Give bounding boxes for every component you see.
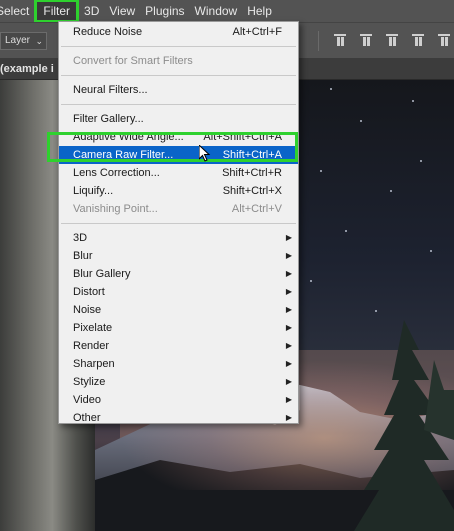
submenu-arrow-icon: ▶	[285, 305, 292, 314]
distribute-icon[interactable]	[412, 34, 424, 47]
menu-item-adaptive-wide-angle[interactable]: Adaptive Wide Angle... Alt+Shift+Ctrl+A	[59, 128, 298, 146]
menu-item-stylize[interactable]: Stylize ▶	[59, 373, 298, 391]
menu-item-label: Render	[73, 340, 110, 352]
menu-help[interactable]: Help	[242, 0, 277, 22]
menu-item-liquify[interactable]: Liquify... Shift+Ctrl+X	[59, 182, 298, 200]
menu-filter[interactable]: Filter	[34, 0, 80, 23]
menu-item-3d[interactable]: 3D ▶	[59, 229, 298, 247]
menu-item-label: Liquify...	[73, 185, 114, 197]
submenu-arrow-icon: ▶	[285, 359, 292, 368]
menu-item-label: Camera Raw Filter...	[73, 149, 174, 161]
menu-item-reduce-noise[interactable]: Reduce Noise Alt+Ctrl+F	[59, 23, 298, 41]
distribute-center-icon[interactable]	[438, 34, 450, 47]
menu-item-label: Reduce Noise	[73, 26, 143, 38]
menu-item-label: Blur Gallery	[73, 268, 131, 280]
submenu-arrow-icon: ▶	[285, 251, 292, 260]
document-tab-title: (example i	[0, 63, 54, 75]
menu-item-label: Convert for Smart Filters	[73, 55, 193, 67]
menu-item-label: Video	[73, 394, 101, 406]
filter-menu: Reduce Noise Alt+Ctrl+F Convert for Smar…	[58, 21, 299, 424]
menu-select[interactable]: Select	[0, 0, 34, 22]
menu-item-blur[interactable]: Blur ▶	[59, 247, 298, 265]
menu-item-label: Noise	[73, 304, 102, 316]
menu-separator	[61, 75, 296, 76]
menu-item-convert-for-smart-filters: Convert for Smart Filters	[59, 52, 298, 70]
submenu-arrow-icon: ▶	[285, 323, 292, 332]
menu-item-camera-raw-filter[interactable]: Camera Raw Filter... Shift+Ctrl+A	[59, 146, 298, 164]
submenu-arrow-icon: ▶	[285, 269, 292, 278]
submenu-arrow-icon: ▶	[285, 287, 292, 296]
layer-dropdown[interactable]: Layer ⌄	[0, 32, 47, 50]
menu-item-label: Blur	[73, 250, 93, 262]
menu-item-distort[interactable]: Distort ▶	[59, 283, 298, 301]
menu-view[interactable]: View	[104, 0, 140, 22]
menu-separator	[61, 104, 296, 105]
align-bottom-icon[interactable]	[386, 34, 398, 47]
menu-item-neural-filters[interactable]: Neural Filters...	[59, 81, 298, 99]
menu-window[interactable]: Window	[190, 0, 243, 22]
menu-item-lens-correction[interactable]: Lens Correction... Shift+Ctrl+R	[59, 164, 298, 182]
menu-item-other[interactable]: Other ▶	[59, 409, 298, 427]
menu-separator	[61, 46, 296, 47]
options-divider	[318, 31, 319, 51]
submenu-arrow-icon: ▶	[285, 233, 292, 242]
menu-item-label: 3D	[73, 232, 88, 244]
menu-item-label: Sharpen	[73, 358, 115, 370]
menu-item-noise[interactable]: Noise ▶	[59, 301, 298, 319]
menu-item-render[interactable]: Render ▶	[59, 337, 298, 355]
menu-item-shortcut: Alt+Ctrl+V	[231, 203, 282, 215]
menu-item-shortcut: Alt+Shift+Ctrl+A	[203, 131, 282, 143]
menu-item-label: Filter Gallery...	[73, 113, 144, 125]
mouse-pointer-icon	[199, 145, 211, 162]
menu-item-label: Adaptive Wide Angle...	[73, 131, 184, 143]
submenu-arrow-icon: ▶	[285, 395, 292, 404]
menu-item-pixelate[interactable]: Pixelate ▶	[59, 319, 298, 337]
menu-item-label: Stylize	[73, 376, 106, 388]
menu-item-label: Neural Filters...	[73, 84, 148, 96]
align-top-icon[interactable]	[334, 34, 346, 47]
photo-tree-right	[354, 320, 454, 531]
menu-item-blur-gallery[interactable]: Blur Gallery ▶	[59, 265, 298, 283]
menu-3d[interactable]: 3D	[79, 0, 104, 22]
menu-separator	[61, 223, 296, 224]
submenu-arrow-icon: ▶	[285, 341, 292, 350]
menu-item-shortcut: Alt+Ctrl+F	[232, 26, 282, 38]
menu-bar: Select Filter 3D View Plugins Window Hel…	[0, 0, 454, 23]
menu-item-filter-gallery[interactable]: Filter Gallery...	[59, 110, 298, 128]
submenu-arrow-icon: ▶	[285, 413, 292, 422]
menu-item-shortcut: Shift+Ctrl+A	[222, 149, 282, 161]
menu-item-label: Pixelate	[73, 322, 113, 334]
align-vertical-center-icon[interactable]	[360, 34, 372, 47]
menu-item-label: Lens Correction...	[73, 167, 160, 179]
menu-item-video[interactable]: Video ▶	[59, 391, 298, 409]
menu-item-shortcut: Shift+Ctrl+R	[222, 167, 282, 179]
chevron-down-icon: ⌄	[35, 36, 43, 46]
menu-plugins[interactable]: Plugins	[140, 0, 189, 22]
menu-item-label: Vanishing Point...	[73, 203, 158, 215]
submenu-arrow-icon: ▶	[285, 377, 292, 386]
layer-dropdown-label: Layer	[5, 35, 31, 46]
menu-item-label: Other	[73, 412, 101, 424]
menu-item-vanishing-point: Vanishing Point... Alt+Ctrl+V	[59, 200, 298, 218]
menu-item-label: Distort	[73, 286, 105, 298]
menu-item-shortcut: Shift+Ctrl+X	[222, 185, 282, 197]
menu-item-sharpen[interactable]: Sharpen ▶	[59, 355, 298, 373]
